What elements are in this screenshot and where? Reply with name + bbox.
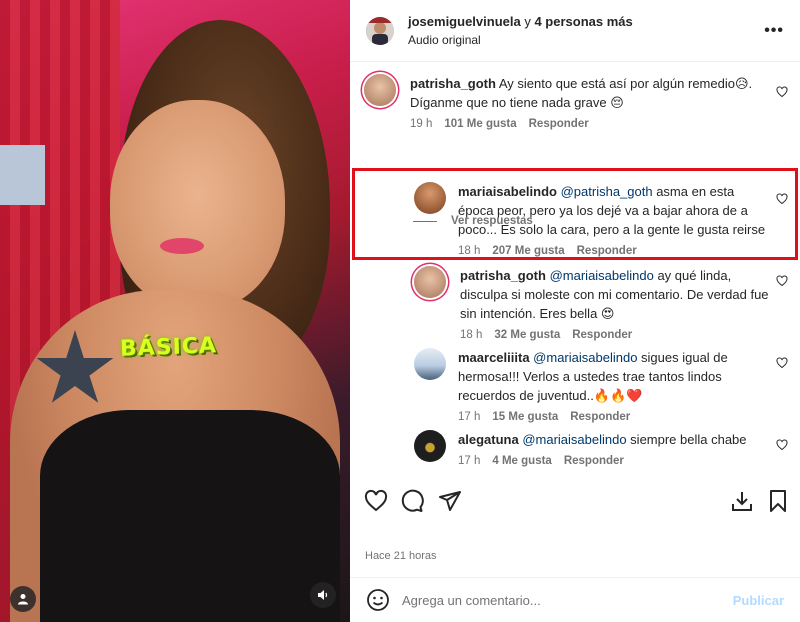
publish-button[interactable]: Publicar (733, 593, 784, 608)
heart-icon[interactable] (776, 357, 788, 369)
comment-username[interactable]: patrisha_goth (460, 268, 546, 283)
post-media[interactable]: BÁSICA (0, 0, 350, 622)
heart-icon[interactable] (364, 489, 388, 513)
reply-button[interactable]: Responder (570, 411, 630, 423)
comment-text: alegatuna @mariaisabelindo siempre bella… (458, 430, 768, 449)
comment-time[interactable]: 18 h (458, 245, 480, 257)
speaker-icon (318, 590, 328, 600)
author-line: josemiguelvinuela y 4 personas más (408, 14, 633, 29)
person-top (40, 410, 340, 622)
comment-body: siempre bella chabe (626, 432, 747, 447)
share-icon[interactable] (438, 489, 462, 513)
comment-likes[interactable]: 15 Me gusta (492, 411, 558, 423)
emoji-icon[interactable] (366, 588, 390, 612)
comment-username[interactable]: mariaisabelindo (458, 184, 557, 199)
commenter-avatar[interactable] (414, 266, 446, 298)
comment-username[interactable]: maarceliiita (458, 350, 530, 365)
comment-icon[interactable] (400, 489, 424, 513)
comment-likes[interactable]: 101 Me gusta (444, 118, 516, 130)
post-panel: josemiguelvinuela y 4 personas más Audio… (350, 0, 800, 622)
commenter-avatar[interactable] (414, 430, 446, 462)
comment-text: maarceliiita @mariaisabelindo sigues igu… (458, 348, 768, 405)
comment-time[interactable]: 18 h (460, 329, 482, 341)
comment-mention[interactable]: @mariaisabelindo (550, 268, 654, 283)
user-tags-button[interactable] (10, 586, 36, 612)
heart-icon[interactable] (776, 439, 788, 451)
bookmark-icon[interactable] (766, 489, 790, 513)
audio-toggle-button[interactable] (310, 582, 336, 608)
coauthors-link[interactable]: 4 personas más (534, 14, 632, 29)
media-sticker: BÁSICA (119, 333, 218, 362)
comment-mention[interactable]: @patrisha_goth (561, 184, 653, 199)
heart-icon[interactable] (776, 275, 788, 287)
post-header: josemiguelvinuela y 4 personas más Audio… (350, 0, 800, 62)
heart-icon[interactable] (776, 86, 788, 98)
comment-likes[interactable]: 207 Me gusta (492, 245, 564, 257)
author-username[interactable]: josemiguelvinuela (408, 14, 521, 29)
comment-likes[interactable]: 4 Me gusta (492, 455, 551, 467)
coauthors-connector: y (524, 14, 531, 29)
comment-time[interactable]: 19 h (410, 118, 432, 130)
user-icon (18, 594, 28, 605)
reply-button[interactable]: Responder (577, 245, 637, 257)
comment-meta: 18 h 207 Me gusta Responder (458, 245, 773, 257)
add-comment-bar: Publicar (350, 577, 800, 622)
comment-likes[interactable]: 32 Me gusta (494, 329, 560, 341)
post-timestamp[interactable]: Hace 21 horas (365, 550, 437, 562)
more-horizontal-icon: ••• (764, 22, 784, 39)
comment-text: patrisha_goth Ay siento que está así por… (410, 74, 774, 112)
download-icon[interactable] (730, 489, 754, 513)
commenter-avatar[interactable] (364, 74, 396, 106)
comment-text: mariaisabelindo @patrisha_goth asma en e… (458, 182, 773, 239)
author-avatar[interactable] (366, 16, 394, 45)
reply-button[interactable]: Responder (564, 455, 624, 467)
comment-meta: 18 h 32 Me gusta Responder (460, 329, 770, 341)
comment-meta: 17 h 15 Me gusta Responder (458, 411, 768, 423)
commenter-avatar[interactable] (414, 182, 446, 214)
comment-item: patrisha_goth Ay siento que está así por… (364, 74, 774, 130)
reply-item: maarceliiita @mariaisabelindo sigues igu… (414, 348, 774, 423)
reply-item: patrisha_goth @mariaisabelindo ay qué li… (414, 266, 774, 341)
comment-mention[interactable]: @mariaisabelindo (533, 350, 637, 365)
comment-input[interactable] (402, 592, 723, 608)
commenter-avatar[interactable] (414, 348, 446, 380)
heart-icon[interactable] (776, 193, 788, 205)
comment-meta: 17 h 4 Me gusta Responder (458, 455, 768, 467)
post-actions (350, 489, 800, 519)
comment-time[interactable]: 17 h (458, 455, 480, 467)
comment-username[interactable]: patrisha_goth (410, 76, 496, 91)
reply-button[interactable]: Responder (572, 329, 632, 341)
person-lips (160, 238, 204, 254)
audio-label[interactable]: Audio original (408, 33, 633, 47)
comment-time[interactable]: 17 h (458, 411, 480, 423)
reply-button[interactable]: Responder (529, 118, 589, 130)
comments-list: patrisha_goth Ay siento que está así por… (350, 62, 800, 477)
comment-meta: 19 h 101 Me gusta Responder (410, 118, 774, 130)
comment-mention[interactable]: @mariaisabelindo (522, 432, 626, 447)
person-face (110, 100, 285, 310)
author-avatar-image (366, 16, 394, 45)
reply-item: alegatuna @mariaisabelindo siempre bella… (414, 430, 774, 467)
reply-item: mariaisabelindo @patrisha_goth asma en e… (414, 182, 774, 257)
more-options-button[interactable]: ••• (764, 22, 784, 40)
background-light (0, 145, 45, 205)
comment-text: patrisha_goth @mariaisabelindo ay qué li… (460, 266, 770, 323)
comment-username[interactable]: alegatuna (458, 432, 519, 447)
